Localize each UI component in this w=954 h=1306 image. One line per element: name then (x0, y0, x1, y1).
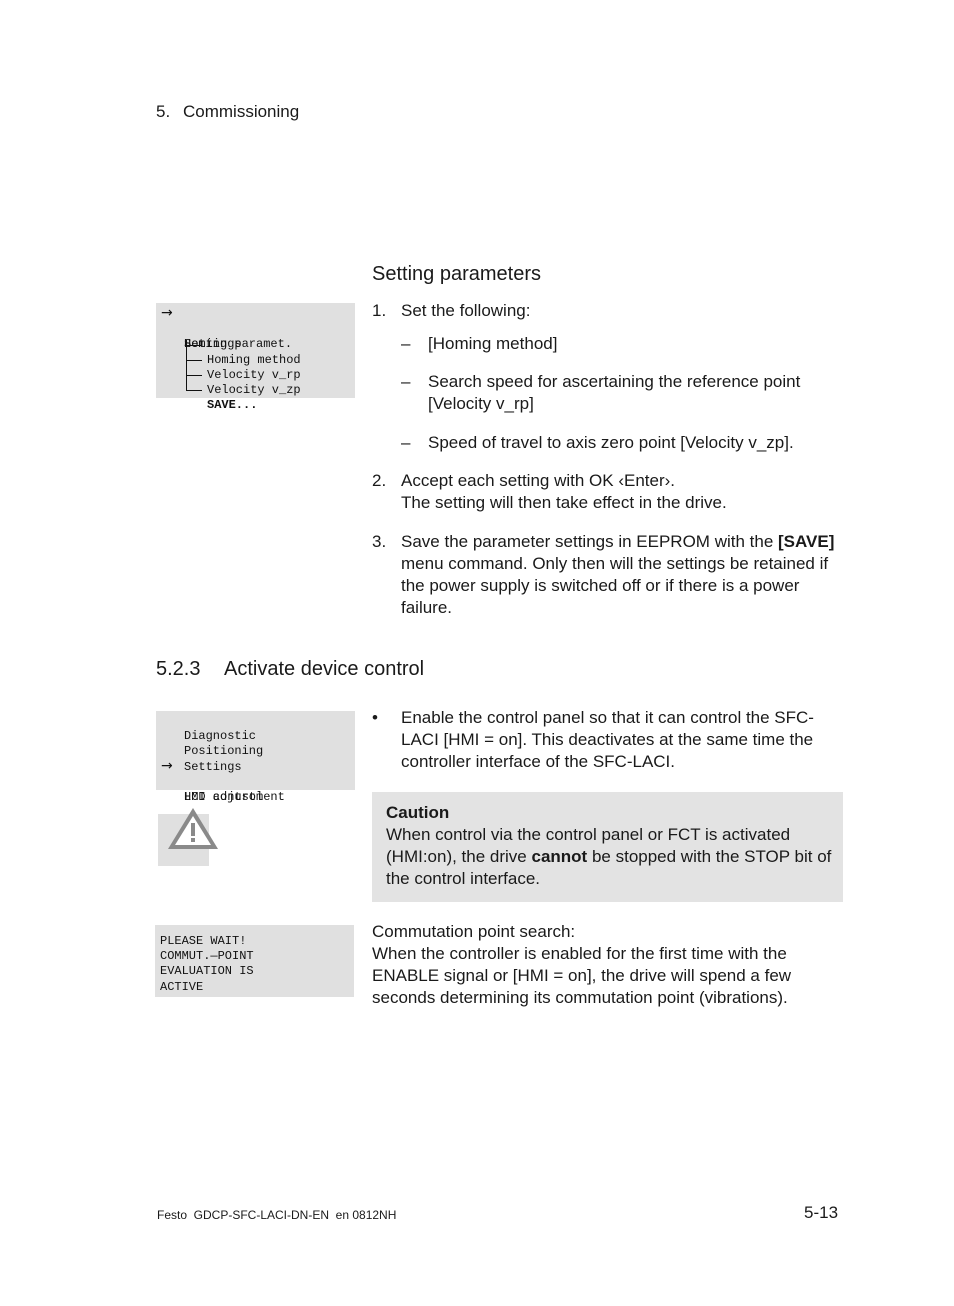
lcd-line: Diagnostic (156, 714, 355, 743)
caution-text: When control via the control panel or FC… (386, 824, 841, 890)
sub-item-text: Speed of travel to axis zero point [Velo… (428, 433, 794, 452)
chapter-number: 5. (156, 102, 171, 121)
page-number: 5-13 (804, 1203, 839, 1222)
sub-item: – Speed of travel to axis zero point [Ve… (401, 432, 842, 454)
caution-title: Caution (386, 803, 450, 822)
dash-marker: – (401, 433, 411, 452)
lcd-line: ACTIVE (160, 979, 204, 994)
bullet-item: • Enable the control panel so that it ca… (372, 707, 842, 773)
chapter-header: 5. Commissioning (156, 102, 299, 122)
sub-item-text: [Homing method] (428, 334, 558, 353)
lcd-line: → Settings (156, 305, 355, 351)
commutation-text: When the controller is enabled for the f… (372, 944, 792, 1007)
step-number: 1. (372, 301, 387, 320)
save-command-label: [SAVE] (778, 532, 835, 551)
setting-parameters-heading: Setting parameters (372, 263, 541, 285)
step-text-part: menu command. Only then will the setting… (401, 554, 829, 617)
step-text: The setting will then take effect in the… (401, 493, 727, 512)
tree-branch-line (186, 390, 202, 391)
commutation-note: Commutation point search: When the contr… (372, 921, 842, 1009)
lcd-line: Homing paramet. (156, 322, 355, 351)
lcd-line: LCD adjustment (156, 775, 355, 804)
step-text: Accept each setting with OK ‹Enter›. (401, 471, 676, 490)
footer-doc-id: Festo GDCP-SFC-LACI-DN-EN en 0812NH (157, 1208, 397, 1222)
tree-branch-line (186, 345, 202, 346)
lcd-line-text: LCD adjustment (184, 789, 285, 804)
lcd-display-please-wait: PLEASE WAIT! COMMUT.—POINT EVALUATION IS… (155, 925, 354, 997)
warning-triangle-icon (168, 808, 218, 849)
lcd-display-settings-menu: → Settings Homing paramet. Homing method… (156, 303, 355, 412)
lcd-line: → HMI control (156, 757, 355, 804)
lcd-display-main-menu: Diagnostic Positioning Settings → HMI co… (156, 711, 355, 804)
tree-connector-line (186, 340, 187, 390)
lcd-line: Positioning (156, 729, 355, 758)
dash-marker: – (401, 334, 411, 353)
lcd-line: PLEASE WAIT! (160, 934, 247, 948)
steps-list: 1. Set the following: – [Homing method] … (372, 300, 842, 619)
bullet-marker: • (372, 708, 378, 727)
step-text: Set the following: (401, 301, 531, 320)
lcd-line: Settings (156, 744, 355, 774)
lcd-line-text: SAVE... (207, 398, 258, 413)
caution-emphasis: cannot (531, 847, 588, 866)
lcd-line: EVALUATION IS (160, 964, 254, 979)
section-number: 5.2.3 (156, 658, 201, 680)
arrow-right-icon: → (161, 757, 173, 774)
commutation-title: Commutation point search: (372, 922, 576, 941)
dash-marker: – (401, 372, 411, 391)
section-heading: 5.2.3 Activate device control (156, 658, 424, 681)
step-text: Save the parameter settings in EEPROM wi… (401, 531, 846, 619)
lcd-line: COMMUT.—POINT (160, 949, 254, 964)
sub-item: – [Homing method] (401, 333, 842, 355)
step-3: 3. Save the parameter settings in EEPROM… (372, 531, 842, 619)
arrow-right-icon: → (161, 305, 173, 321)
sub-item: – Search speed for ascertaining the refe… (401, 371, 828, 415)
step-text-part: Save the parameter settings in EEPROM wi… (401, 532, 779, 551)
sub-item-text: Search speed for ascertaining the refere… (428, 372, 801, 413)
bullet-text: Enable the control panel so that it can … (401, 708, 814, 771)
tree-branch-line (186, 375, 202, 376)
step-number: 2. (372, 471, 387, 490)
chapter-title: Commissioning (183, 102, 300, 121)
tree-branch-line (186, 360, 202, 361)
step-1: 1. Set the following: (372, 300, 842, 322)
section-title: Activate device control (224, 658, 425, 680)
caution-box: Caution When control via the control pan… (372, 792, 843, 902)
step-2: 2. Accept each setting with OK ‹Enter›. … (372, 470, 842, 514)
step-number: 3. (372, 532, 387, 551)
